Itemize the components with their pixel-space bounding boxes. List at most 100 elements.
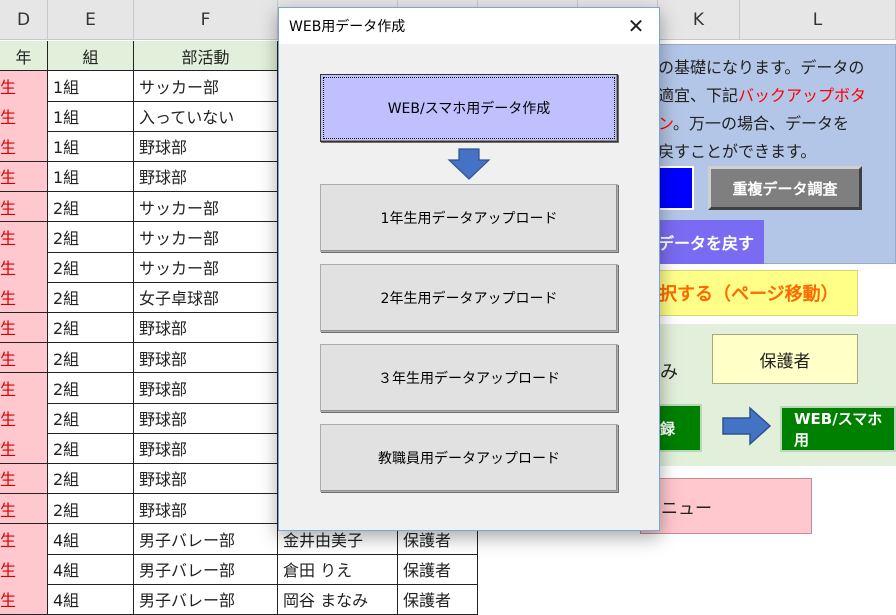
cell-grade[interactable]: 生 — [0, 131, 48, 163]
restore-data-button[interactable]: データを戻す — [650, 220, 764, 264]
cell-class[interactable]: 2組 — [48, 433, 134, 465]
cell-name[interactable]: 岡谷 まなみ — [278, 584, 398, 615]
cell-club-text: 男子バレー部 — [139, 530, 236, 550]
cell-role[interactable]: 保護者 — [398, 584, 478, 615]
cell-class[interactable]: 1組 — [48, 131, 134, 163]
cell-class[interactable]: 2組 — [48, 463, 134, 495]
header-class[interactable]: 組 — [48, 41, 134, 71]
upload-grade1-button[interactable]: 1年生用データアップロード — [320, 184, 618, 252]
cell-grade[interactable]: 生 — [0, 282, 48, 314]
cell-club[interactable]: サッカー部 — [134, 252, 278, 283]
cell-club[interactable]: 入っていない — [134, 101, 278, 132]
cell-club[interactable]: サッカー部 — [134, 71, 278, 102]
cell-class[interactable]: 1組 — [48, 71, 134, 102]
cell-club-text: サッカー部 — [139, 259, 220, 279]
cell-grade-text: 生 — [0, 108, 17, 128]
web-smartphone-button[interactable]: WEB/スマホ用 — [780, 406, 896, 452]
menu-button[interactable]: ニュー — [640, 478, 812, 534]
header-club[interactable]: 部活動 — [134, 41, 278, 71]
cell-club[interactable]: サッカー部 — [134, 222, 278, 253]
cell-class[interactable]: 2組 — [48, 222, 134, 253]
cell-club[interactable]: 野球部 — [134, 493, 278, 525]
cell-grade[interactable]: 生 — [0, 71, 48, 102]
cell-role-text: 保護者 — [403, 561, 452, 581]
cell-class[interactable]: 2組 — [48, 493, 134, 525]
close-icon[interactable]: ✕ — [613, 8, 659, 44]
cell-club[interactable]: 女子卓球部 — [134, 282, 278, 314]
cell-class[interactable]: 2組 — [48, 373, 134, 404]
cell-class[interactable]: 1組 — [48, 161, 134, 193]
cell-class[interactable]: 2組 — [48, 282, 134, 314]
select-page-button[interactable]: 択する（ページ移動） — [658, 270, 858, 316]
guardian-button[interactable]: 保護者 — [712, 334, 858, 384]
upload-grade3-button[interactable]: ３年生用データアップロード — [320, 344, 618, 412]
cell-grade-text: 生 — [0, 379, 17, 399]
cell-class-text: 4組 — [53, 530, 80, 550]
cell-grade[interactable]: 生 — [0, 463, 48, 495]
cell-grade[interactable]: 生 — [0, 342, 48, 374]
cell-club[interactable]: 野球部 — [134, 131, 278, 163]
cell-role[interactable]: 保護者 — [398, 554, 478, 585]
cell-name-text: 岡谷 まなみ — [283, 591, 369, 611]
cell-grade[interactable]: 生 — [0, 222, 48, 253]
cell-class-text: 2組 — [53, 289, 80, 309]
cell-class[interactable]: 1組 — [48, 101, 134, 132]
cell-club[interactable]: 野球部 — [134, 161, 278, 193]
cell-club-text: 野球部 — [139, 319, 188, 339]
cell-club[interactable]: 野球部 — [134, 463, 278, 495]
cell-club-text: 野球部 — [139, 379, 188, 399]
cell-class-text: 2組 — [53, 500, 80, 520]
cell-grade-text: 生 — [0, 289, 17, 309]
cell-grade[interactable]: 生 — [0, 101, 48, 132]
cell-grade[interactable]: 生 — [0, 524, 48, 555]
cell-class[interactable]: 4組 — [48, 554, 134, 585]
upload-staff-button[interactable]: 教職員用データアップロード — [320, 424, 618, 492]
upload-grade2-button[interactable]: 2年生用データアップロード — [320, 264, 618, 332]
cell-grade[interactable]: 生 — [0, 554, 48, 585]
cell-class[interactable]: 4組 — [48, 584, 134, 615]
column-header-e[interactable]: E — [48, 0, 134, 40]
cell-club[interactable]: サッカー部 — [134, 191, 278, 223]
cell-club[interactable]: 男子バレー部 — [134, 584, 278, 615]
cell-class-text: 2組 — [53, 349, 80, 369]
cell-class-text: 4組 — [53, 561, 80, 581]
cell-club-text: 野球部 — [139, 470, 188, 490]
down-arrow-icon — [447, 148, 491, 180]
cell-grade[interactable]: 生 — [0, 493, 48, 525]
cell-grade[interactable]: 生 — [0, 403, 48, 434]
mi-text: み — [660, 362, 678, 383]
dialog-titlebar[interactable]: WEB用データ作成 — [279, 8, 659, 44]
cell-class[interactable]: 2組 — [48, 191, 134, 223]
cell-class[interactable]: 4組 — [48, 524, 134, 555]
header-grade[interactable]: 年 — [0, 41, 48, 71]
cell-grade-text: 生 — [0, 198, 17, 218]
cell-class[interactable]: 2組 — [48, 403, 134, 434]
cell-class[interactable]: 2組 — [48, 252, 134, 283]
cell-club[interactable]: 男子バレー部 — [134, 554, 278, 585]
cell-grade[interactable]: 生 — [0, 584, 48, 615]
column-header-k[interactable]: K — [658, 0, 740, 40]
column-header-d[interactable]: D — [0, 0, 48, 40]
cell-club[interactable]: 野球部 — [134, 433, 278, 465]
cell-club-text: 男子バレー部 — [139, 591, 236, 611]
cell-grade[interactable]: 生 — [0, 191, 48, 223]
cell-grade[interactable]: 生 — [0, 373, 48, 404]
cell-club[interactable]: 男子バレー部 — [134, 524, 278, 555]
column-header-l[interactable]: L — [740, 0, 896, 40]
cell-club[interactable]: 野球部 — [134, 373, 278, 404]
cell-grade-text: 生 — [0, 168, 17, 188]
cell-class[interactable]: 2組 — [48, 342, 134, 374]
cell-club[interactable]: 野球部 — [134, 403, 278, 434]
cell-grade[interactable]: 生 — [0, 161, 48, 193]
cell-grade[interactable]: 生 — [0, 252, 48, 283]
cell-club[interactable]: 野球部 — [134, 312, 278, 344]
create-web-data-button[interactable]: WEB/スマホ用データ作成 — [320, 74, 618, 142]
cell-class[interactable]: 2組 — [48, 312, 134, 344]
column-header-f[interactable]: F — [134, 0, 278, 40]
cell-name[interactable]: 倉田 りえ — [278, 554, 398, 585]
cell-club-text: 野球部 — [139, 410, 188, 430]
cell-club[interactable]: 野球部 — [134, 342, 278, 374]
cell-grade[interactable]: 生 — [0, 433, 48, 465]
cell-grade[interactable]: 生 — [0, 312, 48, 344]
duplicate-check-button[interactable]: 重複データ調査 — [708, 166, 862, 210]
